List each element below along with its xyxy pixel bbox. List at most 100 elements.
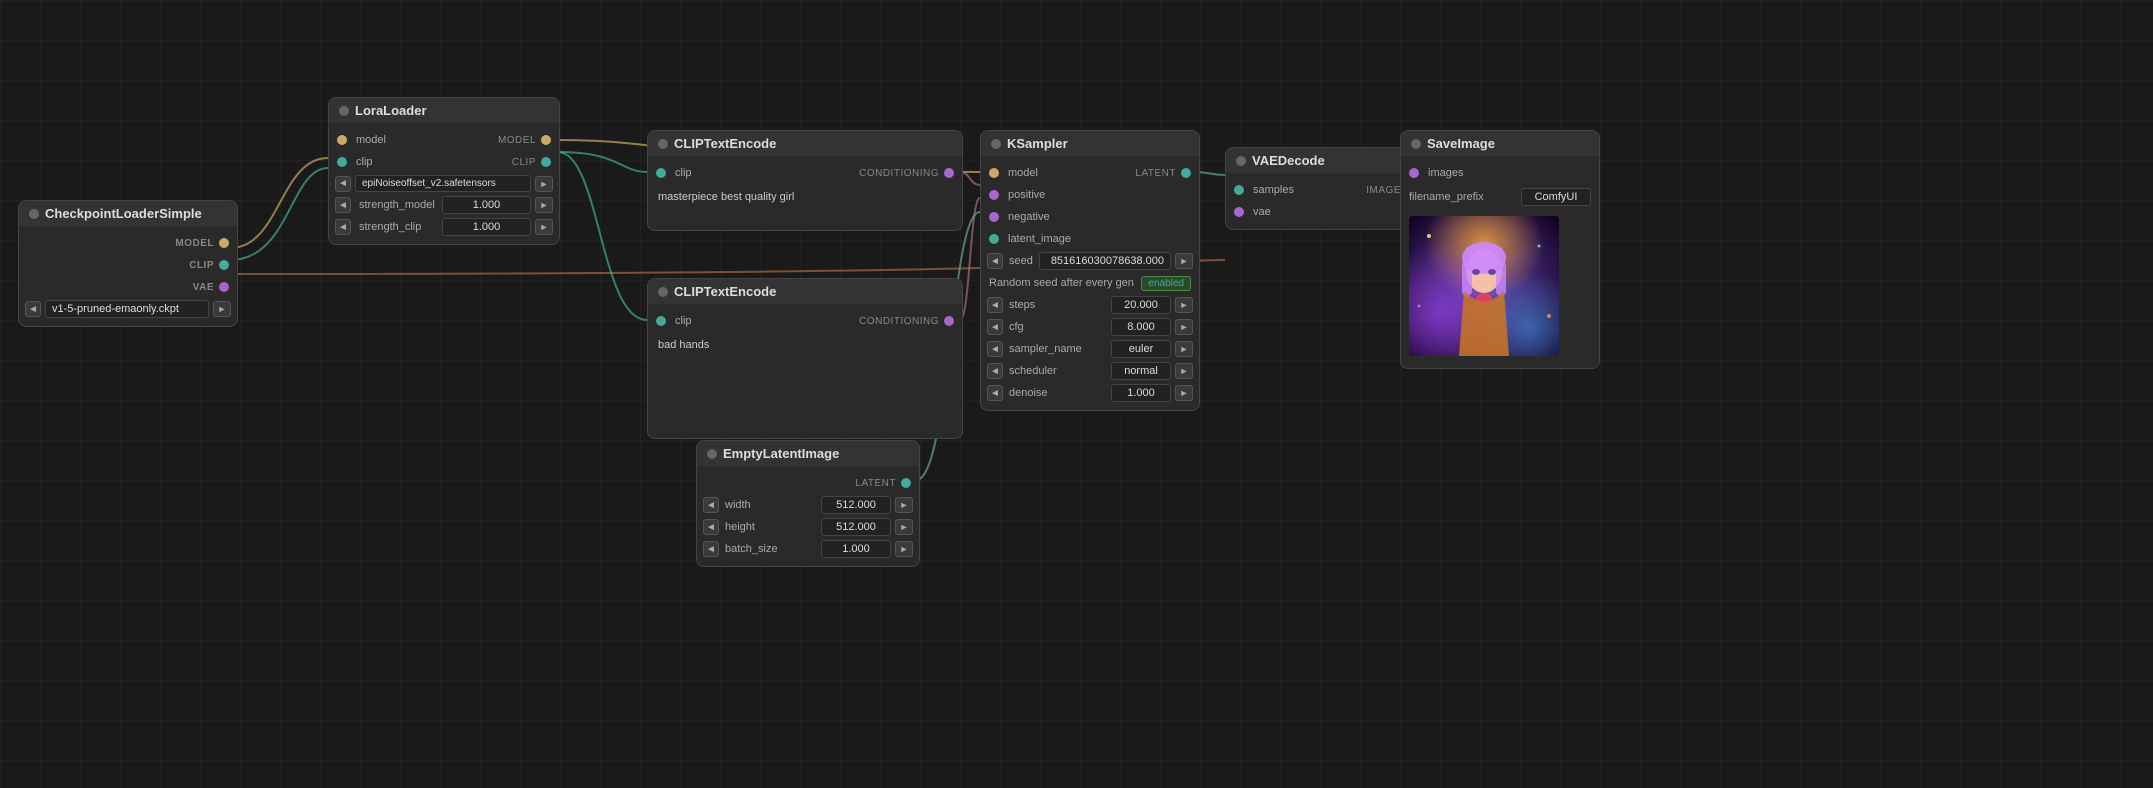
clip-text-encode-neg-label: CLIPTextEncode: [674, 284, 776, 299]
neg-text-value: bad hands: [658, 339, 709, 351]
seed-value[interactable]: 851616030078638.000: [1039, 252, 1171, 270]
ksampler-latent-input-connector[interactable]: [989, 234, 999, 244]
scheduler-row: ◄ scheduler normal ►: [981, 360, 1199, 382]
checkpoint-loader-label: CheckpointLoaderSimple: [45, 206, 202, 221]
vae-output-connector[interactable]: [219, 282, 229, 292]
strength-clip-right-btn[interactable]: ►: [535, 219, 553, 235]
sampler-name-right-btn[interactable]: ►: [1175, 341, 1193, 357]
lora-name-right-btn[interactable]: ►: [535, 176, 553, 192]
scheduler-right-btn[interactable]: ►: [1175, 363, 1193, 379]
denoise-left-btn[interactable]: ◄: [987, 385, 1003, 401]
ksampler-latent-output-connector[interactable]: [1181, 168, 1191, 178]
height-value[interactable]: 512.000: [821, 518, 891, 536]
neg-clip-label: clip: [675, 315, 859, 327]
clip-output-connector[interactable]: [219, 260, 229, 270]
seed-label: seed: [1007, 255, 1035, 267]
model-output-connector[interactable]: [219, 238, 229, 248]
height-left-btn[interactable]: ◄: [703, 519, 719, 535]
strength-clip-value[interactable]: 1.000: [442, 218, 531, 236]
steps-right-btn[interactable]: ►: [1175, 297, 1193, 313]
cfg-row: ◄ cfg 8.000 ►: [981, 316, 1199, 338]
batch-size-value[interactable]: 1.000: [821, 540, 891, 558]
steps-left-btn[interactable]: ◄: [987, 297, 1003, 313]
sampler-name-left-btn[interactable]: ◄: [987, 341, 1003, 357]
ksampler-positive-row: positive: [981, 184, 1199, 206]
cfg-value[interactable]: 8.000: [1111, 318, 1171, 336]
pos-clip-input-connector[interactable]: [656, 168, 666, 178]
strength-clip-left-btn[interactable]: ◄: [335, 219, 351, 235]
lora-loader-dot: [339, 106, 349, 116]
seed-left-btn[interactable]: ◄: [987, 253, 1003, 269]
ksampler-title: KSampler: [981, 131, 1199, 156]
sampler-name-value[interactable]: euler: [1111, 340, 1171, 358]
ckpt-name-left-btn[interactable]: ◄: [25, 301, 41, 317]
scheduler-value[interactable]: normal: [1111, 362, 1171, 380]
sampler-name-label: sampler_name: [1007, 343, 1107, 355]
ksampler-model-connector[interactable]: [989, 168, 999, 178]
neg-text-content[interactable]: bad hands: [648, 332, 962, 432]
lora-clip-input-connector[interactable]: [337, 157, 347, 167]
save-image-dot: [1411, 139, 1421, 149]
lora-name-field[interactable]: epiNoiseoffset_v2.safetensors: [355, 175, 531, 192]
lora-model-input-connector[interactable]: [337, 135, 347, 145]
latent-output-type: LATENT: [855, 478, 896, 489]
ckpt-name-value: v1-5-pruned-emaonly.ckpt: [52, 303, 179, 315]
pos-conditioning-output-connector[interactable]: [944, 168, 954, 178]
lora-clip-output-connector[interactable]: [541, 157, 551, 167]
ksampler-positive-label: positive: [1008, 189, 1191, 201]
ksampler-negative-connector[interactable]: [989, 212, 999, 222]
filename-prefix-value[interactable]: ComfyUI: [1521, 188, 1591, 206]
batch-size-row: ◄ batch_size 1.000 ►: [697, 538, 919, 560]
save-images-input-connector[interactable]: [1409, 168, 1419, 178]
pos-text-content[interactable]: masterpiece best quality girl: [648, 184, 962, 224]
sampler-name-row: ◄ sampler_name euler ►: [981, 338, 1199, 360]
cfg-left-btn[interactable]: ◄: [987, 319, 1003, 335]
clip-type-label: CLIP: [189, 260, 214, 271]
ksampler-positive-connector[interactable]: [989, 190, 999, 200]
ckpt-name-field[interactable]: v1-5-pruned-emaonly.ckpt: [45, 300, 209, 318]
rng-enabled-badge[interactable]: enabled: [1141, 276, 1191, 291]
vae-samples-input-connector[interactable]: [1234, 185, 1244, 195]
denoise-label: denoise: [1007, 387, 1107, 399]
width-right-btn[interactable]: ►: [895, 497, 913, 513]
width-left-btn[interactable]: ◄: [703, 497, 719, 513]
height-right-btn[interactable]: ►: [895, 519, 913, 535]
scheduler-left-btn[interactable]: ◄: [987, 363, 1003, 379]
filename-prefix-row: filename_prefix ComfyUI: [1401, 184, 1599, 210]
save-images-row: images: [1401, 162, 1599, 184]
neg-conditioning-output-connector[interactable]: [944, 316, 954, 326]
strength-model-left-btn[interactable]: ◄: [335, 197, 351, 213]
batch-size-right-btn[interactable]: ►: [895, 541, 913, 557]
steps-value[interactable]: 20.000: [1111, 296, 1171, 314]
neg-clip-input-connector[interactable]: [656, 316, 666, 326]
denoise-right-btn[interactable]: ►: [1175, 385, 1193, 401]
lora-name-value: epiNoiseoffset_v2.safetensors: [362, 178, 496, 189]
clip-text-encode-pos-title: CLIPTextEncode: [648, 131, 962, 156]
checkpoint-loader-dot: [29, 209, 39, 219]
vae-vae-input-connector[interactable]: [1234, 207, 1244, 217]
pos-conditioning-type: CONDITIONING: [859, 168, 939, 179]
seed-right-btn[interactable]: ►: [1175, 253, 1193, 269]
denoise-value[interactable]: 1.000: [1111, 384, 1171, 402]
lora-name-left-btn[interactable]: ◄: [335, 176, 351, 192]
width-value[interactable]: 512.000: [821, 496, 891, 514]
strength-model-right-btn[interactable]: ►: [535, 197, 553, 213]
width-label: width: [723, 499, 817, 511]
lora-model-output-connector[interactable]: [541, 135, 551, 145]
checkpoint-loader-node: CheckpointLoaderSimple MODEL CLIP VAE ◄ …: [18, 200, 238, 327]
vae-decode-body: samples IMAGE vae: [1226, 173, 1424, 229]
latent-output-connector[interactable]: [901, 478, 911, 488]
ksampler-negative-label: negative: [1008, 211, 1191, 223]
batch-size-label: batch_size: [723, 543, 817, 555]
model-output-row: MODEL: [19, 232, 237, 254]
batch-size-left-btn[interactable]: ◄: [703, 541, 719, 557]
width-row: ◄ width 512.000 ►: [697, 494, 919, 516]
cfg-right-btn[interactable]: ►: [1175, 319, 1193, 335]
strength-model-value[interactable]: 1.000: [442, 196, 531, 214]
ckpt-name-right-btn[interactable]: ►: [213, 301, 231, 317]
vae-samples-label: samples: [1253, 184, 1366, 196]
save-images-label: images: [1428, 167, 1591, 179]
strength-model-label: strength_model: [355, 199, 438, 211]
height-label: height: [723, 521, 817, 533]
steps-row: ◄ steps 20.000 ►: [981, 294, 1199, 316]
